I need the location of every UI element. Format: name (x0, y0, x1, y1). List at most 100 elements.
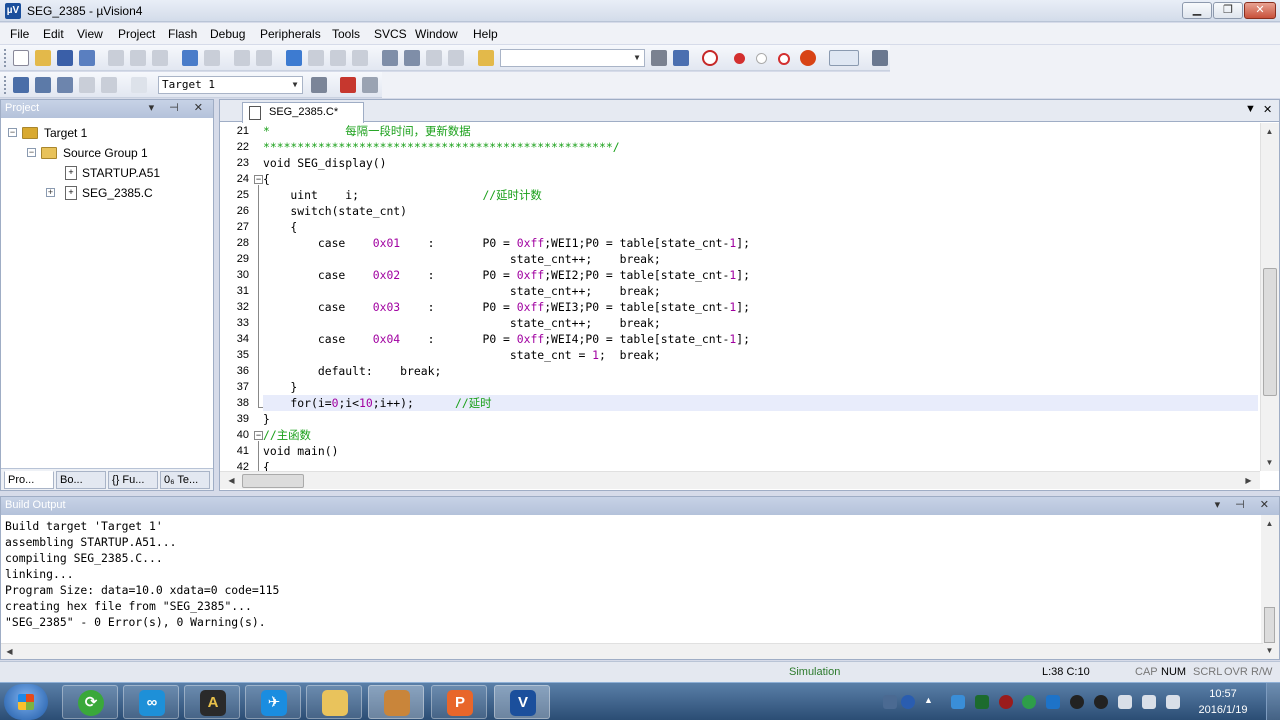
prev-bookmark-icon[interactable] (308, 50, 324, 66)
tab-project[interactable]: Pro... (4, 471, 54, 489)
menu-debug[interactable]: Debug (210, 27, 245, 41)
collapse-icon[interactable]: − (8, 128, 17, 137)
redo-icon[interactable] (204, 50, 220, 66)
code-line[interactable]: void main() (263, 443, 1258, 459)
menu-project[interactable]: Project (118, 27, 155, 41)
scroll-down-icon[interactable]: ▼ (1261, 454, 1278, 471)
menu-peripherals[interactable]: Peripherals (260, 27, 321, 41)
close-icon[interactable]: ✕ (1263, 103, 1272, 116)
disable-breakpoints-icon[interactable] (778, 53, 790, 65)
find-in-files-icon[interactable] (478, 50, 494, 66)
panel-controls[interactable]: ▾ ⊣ ✕ (1215, 497, 1275, 514)
configure-icon[interactable] (872, 50, 888, 66)
taskbar-app-network[interactable]: ∞ (123, 685, 179, 719)
code-line[interactable]: { (263, 219, 1258, 235)
code-line[interactable]: state_cnt++; break; (263, 251, 1258, 267)
scroll-left-icon[interactable]: ◀ (1, 643, 18, 660)
chevron-up-icon[interactable]: ▲ (924, 695, 933, 709)
scroll-thumb[interactable] (1263, 268, 1277, 396)
taskbar-app-presentation[interactable]: P (431, 685, 487, 719)
volume-icon[interactable] (1166, 695, 1180, 709)
menu-flash[interactable]: Flash (168, 27, 197, 41)
code-line[interactable]: state_cnt++; break; (263, 315, 1258, 331)
code-line[interactable]: default: break; (263, 363, 1258, 379)
toolbar-grip[interactable] (4, 76, 7, 94)
code-line[interactable]: case 0x03 : P0 = 0xff;WEI3;P0 = table[st… (263, 299, 1258, 315)
show-desktop-button[interactable] (1266, 683, 1280, 720)
code-area[interactable]: * 每隔一段时间，更新数据 ***************************… (263, 123, 1258, 471)
scroll-left-icon[interactable]: ◀ (223, 472, 240, 489)
help-tray-icon[interactable] (901, 695, 915, 709)
chevron-down-icon[interactable]: ▼ (289, 78, 301, 92)
clear-bookmarks-icon[interactable] (352, 50, 368, 66)
build-icon[interactable] (35, 77, 51, 93)
collapse-icon[interactable]: − (27, 148, 36, 157)
taskbar-app-photo[interactable] (368, 685, 424, 719)
bookmark-icon[interactable] (286, 50, 302, 66)
save-all-icon[interactable] (79, 50, 95, 66)
cloud-tray-icon[interactable] (1022, 695, 1036, 709)
copy-settings-icon[interactable] (362, 77, 378, 93)
keyboard-tray-icon[interactable] (883, 695, 897, 709)
taskbar-app-sync[interactable]: ⟳ (62, 685, 118, 719)
debug-session-icon[interactable] (702, 50, 718, 66)
indent-icon[interactable] (382, 50, 398, 66)
new-file-icon[interactable] (13, 50, 29, 66)
breakpoint-icon[interactable] (734, 53, 745, 64)
find-combo[interactable]: ▼ (500, 49, 645, 67)
chevron-down-icon[interactable]: ▼ (1245, 103, 1256, 115)
browse-icon[interactable] (673, 50, 689, 66)
menu-view[interactable]: View (77, 27, 103, 41)
code-line[interactable]: } (263, 411, 1258, 427)
taskbar-app-uvision[interactable]: V (494, 685, 550, 719)
comment-icon[interactable] (426, 50, 442, 66)
menu-edit[interactable]: Edit (43, 27, 64, 41)
code-line[interactable]: void SEG_display() (263, 155, 1258, 171)
code-line[interactable]: for(i=0;i<10;i++); //延时 (263, 395, 1258, 411)
stop-build-icon[interactable] (101, 77, 117, 93)
menu-help[interactable]: Help (473, 27, 498, 41)
editor-horizontal-scrollbar[interactable]: ◀ ▶ (220, 471, 1260, 489)
undo-icon[interactable] (182, 50, 198, 66)
code-line[interactable]: case 0x02 : P0 = 0xff;WEI2;P0 = table[st… (263, 267, 1258, 283)
translate-icon[interactable] (13, 77, 29, 93)
window-layout-icon[interactable] (829, 50, 859, 66)
start-button[interactable] (4, 684, 48, 720)
code-line[interactable]: state_cnt = 1; break; (263, 347, 1258, 363)
fold-toggle-icon[interactable]: − (254, 431, 263, 440)
save-icon[interactable] (57, 50, 73, 66)
signal-tray-icon[interactable] (1142, 695, 1156, 709)
open-folder-icon[interactable] (35, 50, 51, 66)
code-line[interactable]: //主函数 (263, 427, 1258, 443)
menu-svcs[interactable]: SVCS (374, 27, 407, 41)
load-icon[interactable] (131, 77, 147, 93)
chevron-down-icon[interactable]: ▼ (631, 51, 643, 65)
scroll-right-icon[interactable]: ▶ (1240, 472, 1257, 489)
scroll-up-icon[interactable]: ▲ (1261, 123, 1278, 140)
restore-button[interactable]: ❐ (1213, 2, 1243, 19)
code-line[interactable]: switch(state_cnt) (263, 203, 1258, 219)
security-tray-icon[interactable] (1046, 695, 1060, 709)
nav-back-icon[interactable] (234, 50, 250, 66)
build-vertical-scrollbar[interactable]: ▲ ▼ (1261, 515, 1279, 659)
code-line[interactable]: state_cnt++; break; (263, 283, 1258, 299)
scroll-thumb[interactable] (242, 474, 304, 488)
next-bookmark-icon[interactable] (330, 50, 346, 66)
code-line[interactable]: case 0x01 : P0 = 0xff;WEI1;P0 = table[st… (263, 235, 1258, 251)
antivirus-tray-icon[interactable] (999, 695, 1013, 709)
taskbar-app-editor[interactable]: A (184, 685, 240, 719)
code-line[interactable]: uint i; //延时计数 (263, 187, 1258, 203)
menu-window[interactable]: Window (415, 27, 458, 41)
unindent-icon[interactable] (404, 50, 420, 66)
minimize-button[interactable]: ▁ (1182, 2, 1212, 19)
taskbar-app-messenger[interactable]: ✈ (245, 685, 301, 719)
tab-seg-2385-c[interactable]: SEG_2385.C* (242, 102, 364, 123)
code-line[interactable]: * 每隔一段时间，更新数据 (263, 123, 1258, 139)
tab-functions[interactable]: {} Fu... (108, 471, 158, 489)
tab-books[interactable]: Bo... (56, 471, 106, 489)
uncomment-icon[interactable] (448, 50, 464, 66)
qq-tray-icon[interactable] (1070, 695, 1084, 709)
scroll-thumb[interactable] (1264, 607, 1275, 643)
code-line[interactable]: case 0x04 : P0 = 0xff;WEI4;P0 = table[st… (263, 331, 1258, 347)
target-select[interactable]: Target 1 ▼ (158, 76, 303, 94)
